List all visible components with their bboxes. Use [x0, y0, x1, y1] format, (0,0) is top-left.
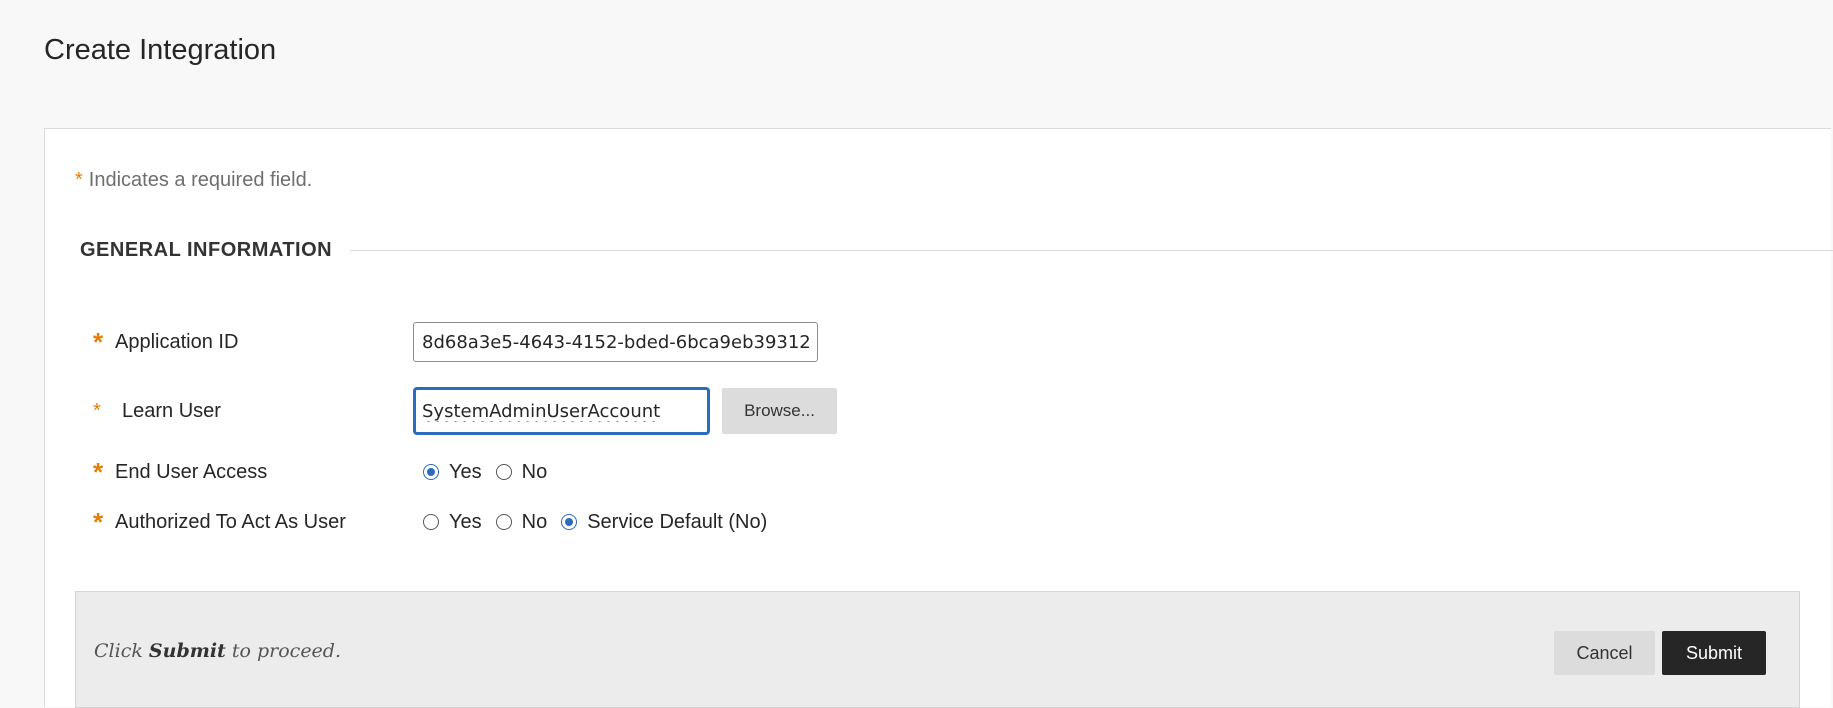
end-user-access-no-option[interactable]: No	[495, 460, 548, 484]
submit-bar: Click Submit to proceed. Cancel Submit	[75, 591, 1800, 708]
end-user-access-yes-option[interactable]: Yes	[423, 461, 482, 484]
radio-label: Yes	[449, 510, 482, 533]
authorized-service-default-option[interactable]: Service Default (No)	[561, 511, 767, 534]
end-user-access-label: End User Access	[115, 460, 268, 483]
cancel-button[interactable]: Cancel	[1554, 631, 1655, 675]
radio-yes-selected[interactable]	[423, 464, 439, 480]
authorized-yes-option[interactable]: Yes	[423, 511, 482, 534]
radio-yes[interactable]	[423, 514, 439, 530]
section-heading: GENERAL INFORMATION	[80, 239, 1833, 262]
learn-user-input[interactable]	[413, 387, 710, 435]
radio-no[interactable]	[495, 464, 512, 480]
authorized-to-act-label: Authorized To Act As User	[115, 510, 346, 533]
authorized-to-act-row: * Authorized To Act As User Yes No Servi…	[93, 509, 781, 535]
learn-user-label: Learn User	[122, 399, 221, 422]
form-panel: * Indicates a required field. GENERAL INF…	[44, 128, 1833, 708]
application-id-label: Application ID	[115, 330, 239, 353]
section-divider	[350, 250, 1833, 251]
submit-hint-prefix: Click	[94, 640, 143, 662]
end-user-access-row: * End User Access Yes No	[93, 459, 561, 485]
required-note-text: Indicates a required field.	[88, 169, 313, 191]
required-marker: *	[93, 327, 104, 357]
authorized-to-act-radio-group: Yes No Service Default (No)	[423, 511, 781, 534]
required-marker: *	[93, 457, 104, 487]
application-id-row: * Application ID	[93, 322, 818, 362]
radio-no[interactable]	[495, 514, 512, 530]
page-title: Create Integration	[44, 34, 277, 66]
radio-label: No	[521, 460, 548, 483]
radio-label: Yes	[449, 460, 482, 483]
submit-hint-bold: Submit	[148, 640, 226, 662]
radio-label: No	[521, 510, 548, 533]
required-note: * Indicates a required field.	[75, 169, 312, 192]
application-id-input[interactable]	[413, 322, 818, 362]
required-marker: *	[93, 507, 104, 537]
browse-button[interactable]: Browse...	[722, 388, 837, 434]
submit-hint: Click Submit to proceed.	[94, 640, 341, 662]
required-marker: *	[75, 169, 83, 191]
end-user-access-radio-group: Yes No	[423, 461, 561, 484]
authorized-no-option[interactable]: No	[495, 510, 548, 534]
learn-user-row: * Learn User Browse...	[93, 387, 837, 435]
section-title: GENERAL INFORMATION	[80, 239, 333, 261]
required-marker: *	[93, 400, 101, 422]
submit-button[interactable]: Submit	[1662, 631, 1766, 675]
radio-service-default-selected[interactable]	[561, 514, 578, 530]
radio-label: Service Default (No)	[587, 510, 768, 533]
submit-hint-suffix: to proceed.	[231, 640, 342, 662]
